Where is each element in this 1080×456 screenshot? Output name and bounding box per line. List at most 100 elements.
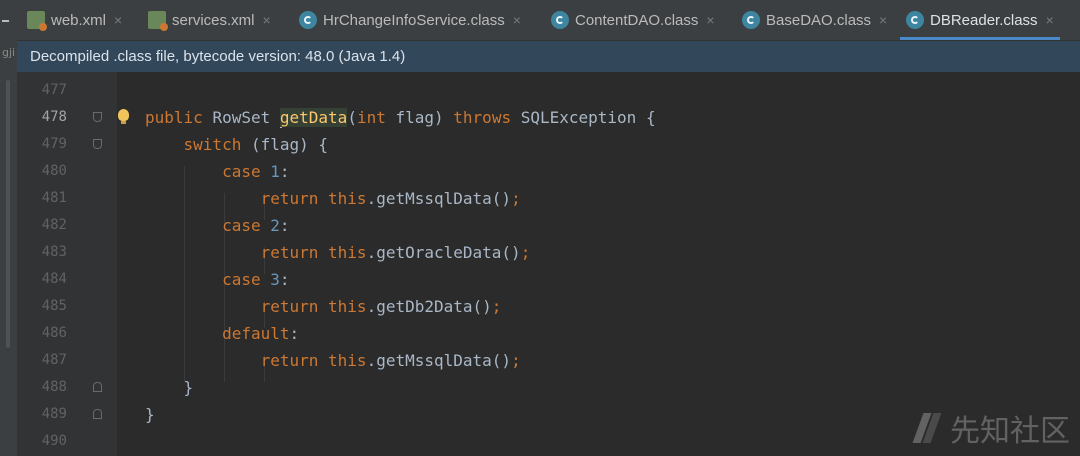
code-line[interactable]: 478 public RowSet getData(int flag) throw…	[17, 104, 1080, 131]
code-line[interactable]: 484 case 3:	[17, 266, 1080, 293]
code-token: 1	[270, 162, 280, 181]
code-token: :	[289, 324, 300, 343]
code-line[interactable]: 482 case 2:	[17, 212, 1080, 239]
code-text: switch (flag) {	[145, 131, 329, 158]
code-line[interactable]: 480 case 1:	[17, 158, 1080, 185]
code-text: case 1:	[145, 158, 290, 185]
fold-marker-icon[interactable]	[93, 112, 102, 122]
code-token: case	[145, 270, 271, 289]
line-number: 487	[41, 352, 67, 368]
class-file-icon	[906, 11, 924, 29]
minimize-icon[interactable]	[2, 20, 9, 22]
code-line[interactable]: 487 return this.getMssqlData();	[17, 347, 1080, 374]
line-number: 483	[41, 244, 67, 260]
tab-contentdao-class[interactable]: ContentDAO.class ×	[551, 0, 715, 40]
code-token: 2	[270, 216, 280, 235]
code-token: }	[145, 378, 194, 397]
code-token: .getOracleData()	[366, 243, 521, 262]
left-scrollbar[interactable]	[6, 80, 10, 348]
code-line[interactable]: 483 return this.getOracleData();	[17, 239, 1080, 266]
fold-marker-icon[interactable]	[93, 382, 102, 392]
code-text: public RowSet getData(int flag) throws S…	[145, 104, 656, 131]
class-file-icon	[551, 11, 569, 29]
code-token: .getDb2Data()	[366, 297, 492, 316]
code-token: RowSet	[212, 108, 280, 127]
code-token: .getMssqlData()	[366, 351, 512, 370]
code-token: switch	[145, 135, 251, 154]
code-text: return this.getMssqlData();	[145, 347, 521, 374]
close-icon[interactable]: ×	[263, 12, 271, 28]
tab-basedao-class[interactable]: BaseDAO.class ×	[742, 0, 887, 40]
tab-label: HrChangeInfoService.class	[323, 11, 505, 29]
code-text: return this.getOracleData();	[145, 239, 531, 266]
watermark: 先知社区	[914, 406, 1070, 450]
code-line[interactable]: 488 }	[17, 374, 1080, 401]
code-token: (	[347, 108, 357, 127]
line-number: 489	[41, 406, 67, 422]
code-token: return this	[145, 189, 367, 208]
code-token: return this	[145, 243, 367, 262]
class-file-icon	[742, 11, 760, 29]
code-token: ;	[491, 297, 502, 316]
code-line[interactable]: 481 return this.getMssqlData();	[17, 185, 1080, 212]
xml-file-icon	[148, 11, 168, 31]
line-number: 484	[41, 271, 67, 287]
close-icon[interactable]: ×	[706, 12, 714, 28]
code-token: default	[145, 324, 290, 343]
code-editor[interactable]: 477 478 public RowSet getData(int flag) th…	[17, 72, 1080, 456]
code-token: throws	[453, 108, 521, 127]
code-token: ;	[511, 351, 521, 370]
tab-web-xml[interactable]: web.xml ×	[27, 0, 122, 40]
lightbulb-icon[interactable]	[118, 109, 129, 124]
code-token: (flag) {	[250, 135, 329, 154]
class-file-icon	[299, 11, 317, 29]
code-text: case 3:	[145, 266, 290, 293]
code-token: .getMssqlData()	[366, 189, 512, 208]
banner-text: Decompiled .class file, bytecode version…	[30, 48, 406, 65]
code-token: :	[279, 162, 290, 181]
code-token: :	[279, 270, 290, 289]
code-text: }	[145, 374, 194, 401]
xml-file-icon	[27, 11, 47, 31]
code-token: ;	[520, 243, 531, 262]
line-number: 480	[41, 163, 67, 179]
tab-label: DBReader.class	[930, 11, 1038, 29]
code-token: return this	[145, 351, 367, 370]
code-token: return this	[145, 297, 367, 316]
tab-label: services.xml	[172, 11, 255, 29]
code-token: 3	[270, 270, 280, 289]
close-icon[interactable]: ×	[114, 12, 122, 28]
tab-dbreader-class[interactable]: DBReader.class ×	[900, 0, 1060, 40]
code-token: :	[279, 216, 290, 235]
code-line[interactable]: 486 default:	[17, 320, 1080, 347]
code-text: return this.getDb2Data();	[145, 293, 502, 320]
close-icon[interactable]: ×	[1046, 12, 1054, 28]
code-token: public	[145, 108, 213, 127]
code-token: flag)	[395, 108, 454, 127]
line-number: 490	[41, 433, 67, 449]
line-number: 486	[41, 325, 67, 341]
line-number: 482	[41, 217, 67, 233]
tab-hrchangeinfoservice-class[interactable]: HrChangeInfoService.class ×	[299, 0, 521, 40]
code-token: case	[145, 216, 271, 235]
code-token: getData	[279, 108, 348, 127]
code-text: }	[145, 401, 155, 428]
code-line[interactable]: 479 switch (flag) {	[17, 131, 1080, 158]
code-line[interactable]: 477	[17, 77, 1080, 104]
tab-services-xml[interactable]: services.xml ×	[148, 0, 271, 40]
left-strip-label: gji	[2, 46, 16, 59]
line-number: 477	[41, 82, 67, 98]
line-number: 478	[41, 109, 67, 125]
line-number: 488	[41, 379, 67, 395]
fold-marker-icon[interactable]	[93, 139, 102, 149]
code-token: case	[145, 162, 271, 181]
close-icon[interactable]: ×	[513, 12, 521, 28]
fold-marker-icon[interactable]	[93, 409, 102, 419]
line-number: 485	[41, 298, 67, 314]
left-tool-strip: gji	[0, 0, 17, 456]
tab-label: BaseDAO.class	[766, 11, 872, 29]
close-icon[interactable]: ×	[879, 12, 887, 28]
code-line[interactable]: 485 return this.getDb2Data();	[17, 293, 1080, 320]
tab-label: ContentDAO.class	[575, 11, 699, 29]
editor-tab-bar: web.xml × services.xml × HrChangeInfoSer…	[17, 0, 1080, 41]
